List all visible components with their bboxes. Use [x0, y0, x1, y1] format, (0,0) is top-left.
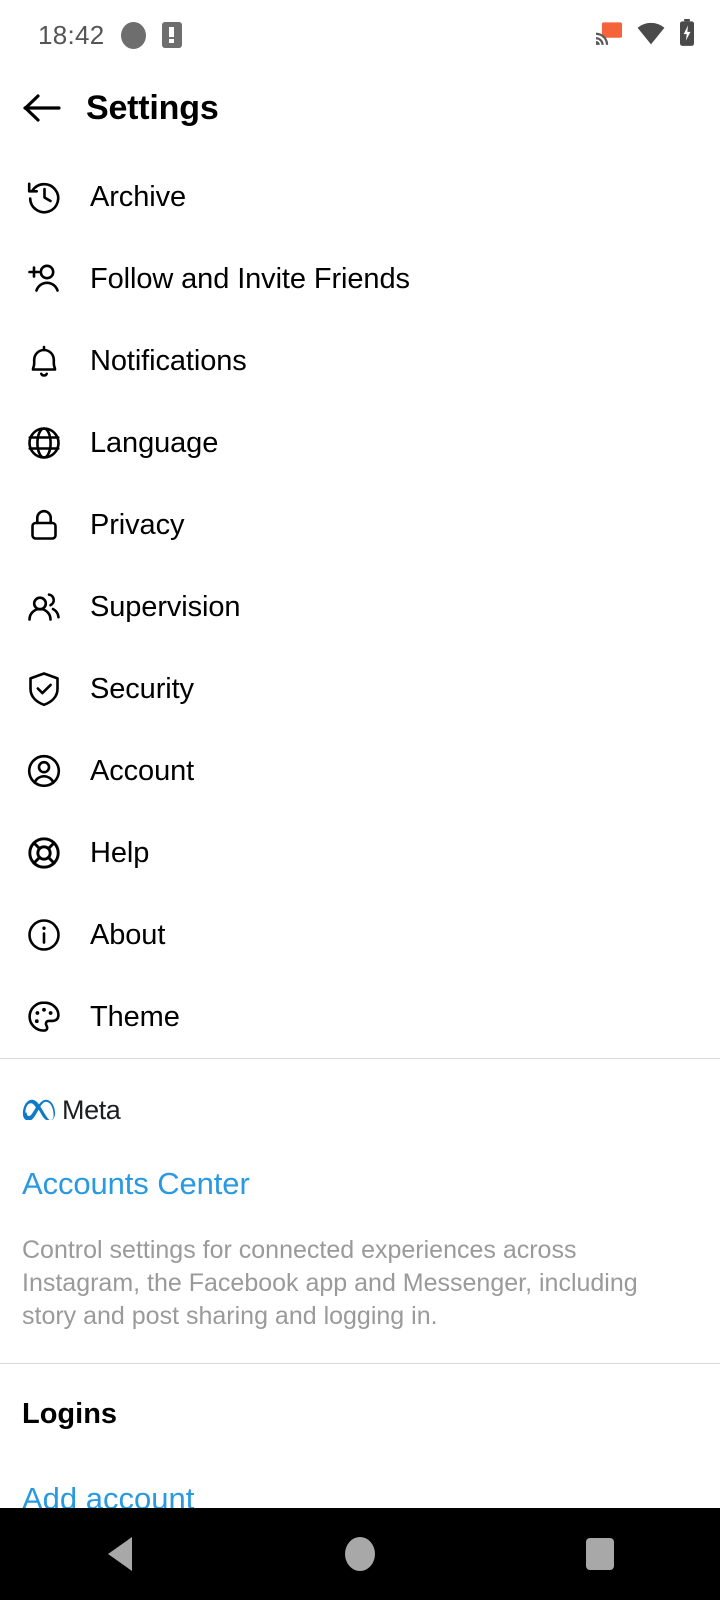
settings-item-security[interactable]: Security: [0, 648, 720, 730]
globe-icon: [22, 421, 66, 465]
settings-item-label: Help: [90, 836, 150, 869]
recents-square-icon: [586, 1538, 614, 1570]
status-bar-clock: 18:42: [38, 19, 105, 50]
settings-list: Archive Follow and Invite Friends Notifi…: [0, 146, 720, 1058]
settings-item-label: Follow and Invite Friends: [90, 262, 410, 295]
circle-indicator-icon: [120, 21, 146, 49]
cast-icon: [594, 20, 624, 51]
back-triangle-icon: [108, 1537, 132, 1571]
settings-item-account[interactable]: Account: [0, 730, 720, 812]
logins-heading: Logins: [22, 1398, 118, 1430]
nav-back-button[interactable]: [60, 1508, 180, 1600]
accounts-center-description: Control settings for connected experienc…: [22, 1236, 638, 1330]
settings-item-label: Privacy: [90, 508, 185, 541]
people-icon: [22, 585, 66, 629]
settings-screen: 18:42 Settings Archive Follow and Invite…: [0, 0, 720, 1600]
shield-check-icon: [22, 667, 66, 711]
settings-item-follow-invite-friends[interactable]: Follow and Invite Friends: [0, 238, 720, 320]
status-bar: 18:42: [0, 0, 720, 70]
meta-brand-name: Meta: [62, 1095, 121, 1125]
info-circle-icon: [22, 913, 66, 957]
wifi-icon: [636, 21, 666, 50]
battery-charging-icon: [678, 18, 696, 52]
settings-item-privacy[interactable]: Privacy: [0, 484, 720, 566]
status-bar-right: [594, 18, 696, 52]
settings-item-archive[interactable]: Archive: [0, 156, 720, 238]
person-add-icon: [22, 257, 66, 301]
settings-item-label: Supervision: [90, 590, 241, 623]
settings-item-label: About: [90, 918, 166, 951]
account-circle-icon: [22, 749, 66, 793]
settings-item-label: Theme: [90, 1000, 180, 1033]
lock-icon: [22, 503, 66, 547]
lifebuoy-icon: [22, 831, 66, 875]
android-nav-bar: [0, 1508, 720, 1600]
meta-section: Meta Accounts Center Control settings fo…: [0, 1059, 720, 1363]
app-header: Settings: [0, 70, 720, 146]
settings-item-label: Account: [90, 754, 195, 787]
home-circle-icon: [345, 1537, 375, 1571]
accounts-center-link[interactable]: Accounts Center: [22, 1166, 698, 1202]
palette-icon: [22, 995, 66, 1039]
meta-logo-icon: [22, 1096, 56, 1125]
settings-item-label: Language: [90, 426, 219, 459]
settings-item-label: Notifications: [90, 344, 247, 377]
meta-brand: Meta: [22, 1095, 698, 1126]
settings-item-notifications[interactable]: Notifications: [0, 320, 720, 402]
nav-home-button[interactable]: [300, 1508, 420, 1600]
settings-item-theme[interactable]: Theme: [0, 976, 720, 1058]
settings-item-supervision[interactable]: Supervision: [0, 566, 720, 648]
settings-item-about[interactable]: About: [0, 894, 720, 976]
logins-section: Logins Add account: [0, 1364, 720, 1517]
settings-item-help[interactable]: Help: [0, 812, 720, 894]
nav-recents-button[interactable]: [540, 1508, 660, 1600]
archive-history-icon: [22, 175, 66, 219]
bell-icon: [22, 339, 66, 383]
settings-item-language[interactable]: Language: [0, 402, 720, 484]
sim-alert-icon: [161, 22, 182, 48]
settings-item-label: Archive: [90, 180, 186, 213]
status-bar-left: 18:42: [38, 20, 182, 51]
settings-item-label: Security: [90, 672, 194, 705]
page-title: Settings: [86, 88, 219, 127]
back-arrow-icon[interactable]: [22, 88, 62, 128]
